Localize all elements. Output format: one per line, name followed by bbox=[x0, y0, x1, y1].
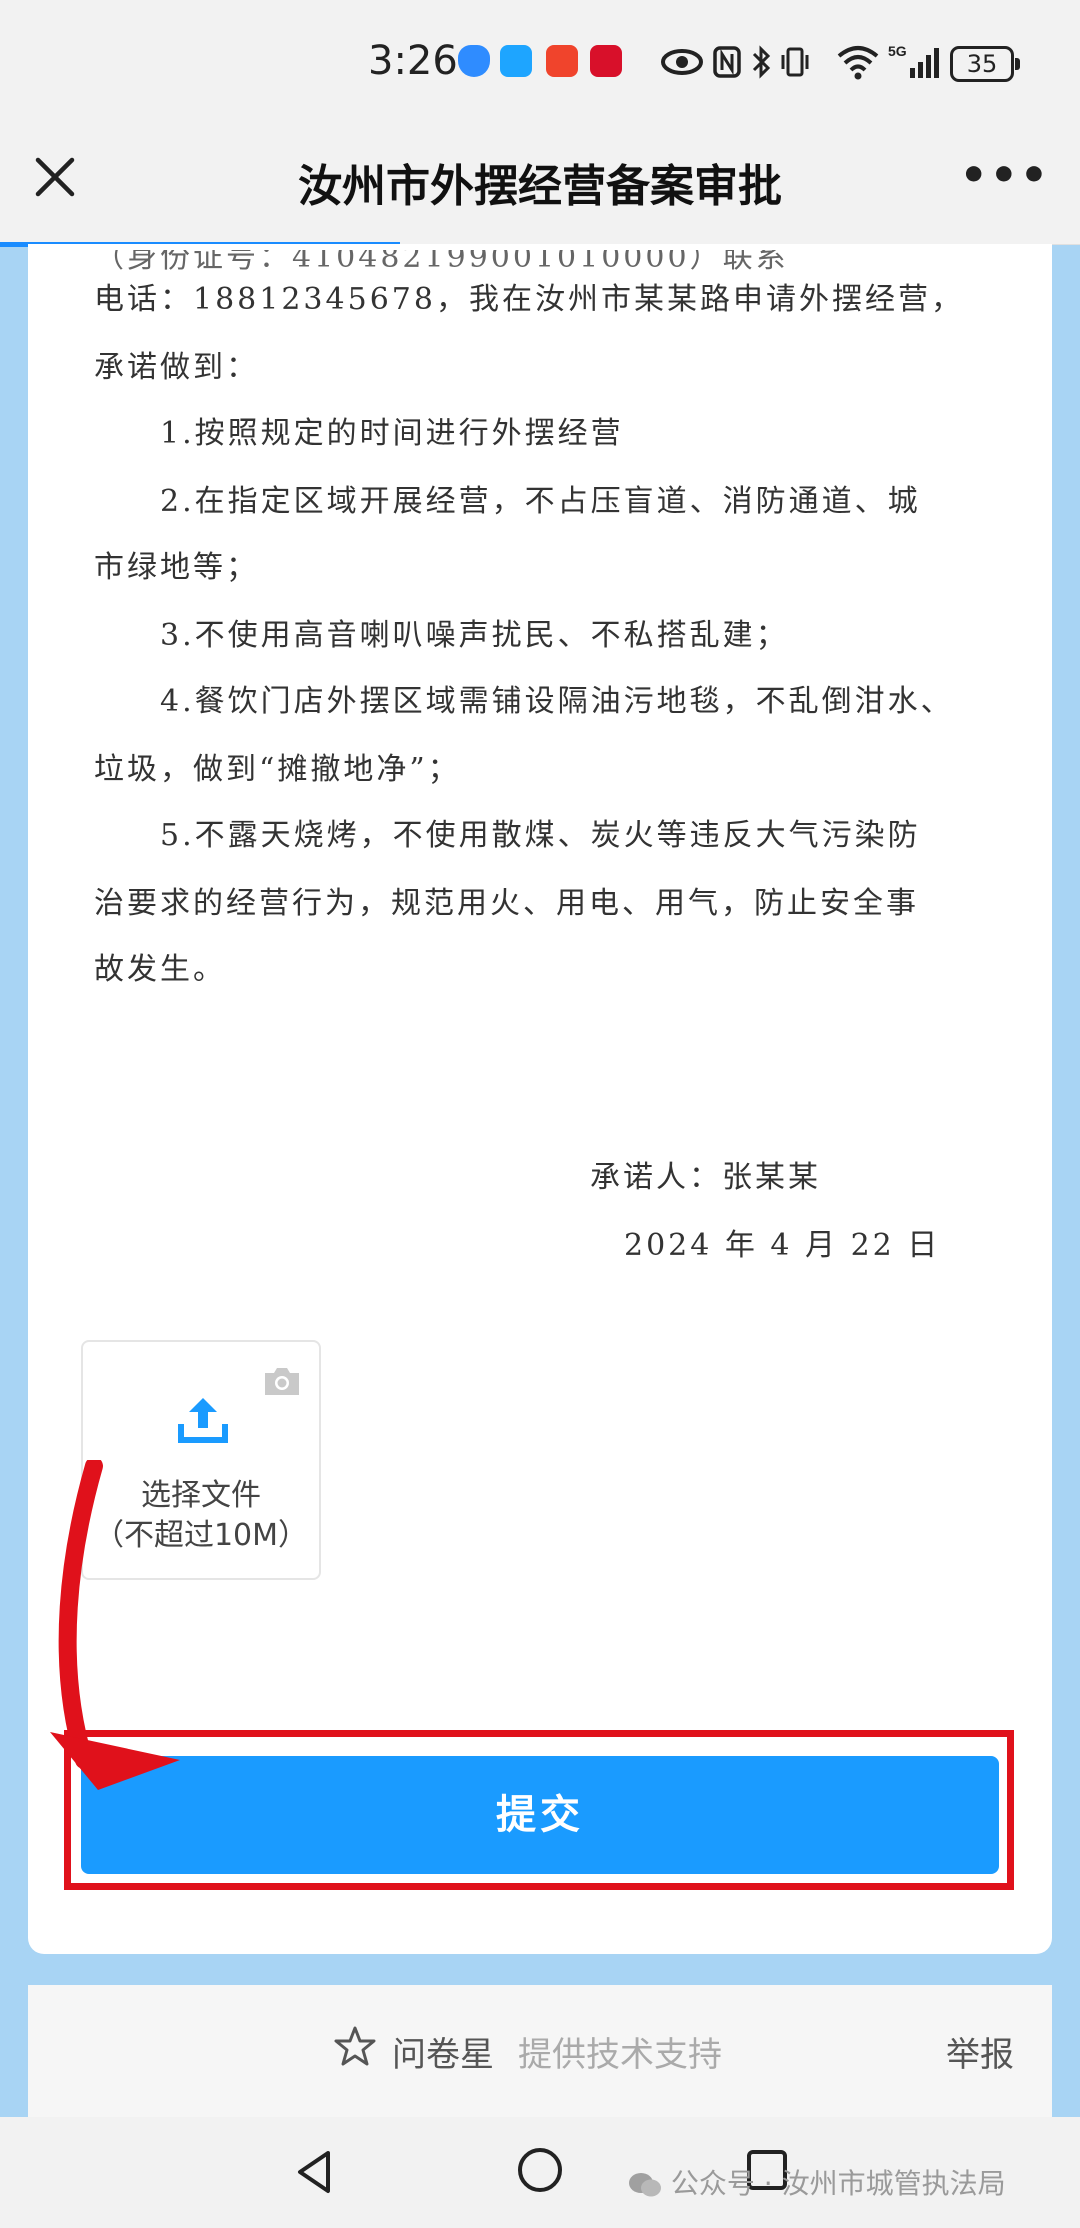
footer-support-text: 提供技术支持 bbox=[518, 2035, 722, 2075]
battery-indicator: 35 bbox=[950, 46, 1020, 82]
status-time: 3:26 bbox=[368, 38, 458, 84]
document-line: 承诺做到： bbox=[94, 350, 259, 385]
status-bar: 3:26 5G 35 bbox=[0, 0, 1080, 120]
document-line: 市绿地等； bbox=[94, 550, 259, 585]
red-annotation-arrow bbox=[50, 1460, 180, 1790]
signal-icon: 5G bbox=[888, 42, 940, 91]
submit-button[interactable]: 提交 bbox=[81, 1756, 999, 1874]
footer-brand[interactable]: 问卷星 bbox=[392, 2027, 494, 2076]
watermark: 公众号 · 汝州市城管执法局 bbox=[628, 2162, 1006, 2202]
document-signer: 承诺人：张某某 bbox=[590, 1160, 821, 1195]
document-date: 2024 年 4 月 22 日 bbox=[624, 1228, 941, 1263]
camera-icon[interactable] bbox=[261, 1364, 303, 1402]
page-footer: 问卷星 提供技术支持 举报 bbox=[28, 1985, 1052, 2117]
top-nav-bar: 汝州市外摆经营备案审批 ••• bbox=[0, 120, 1080, 245]
wechat-icon bbox=[629, 2173, 661, 2197]
upload-icon bbox=[177, 1394, 229, 1450]
more-options-icon[interactable]: ••• bbox=[960, 150, 1050, 201]
page-title: 汝州市外摆经营备案审批 bbox=[298, 161, 782, 212]
wifi-icon bbox=[836, 42, 880, 91]
document-line: 2.在指定区域开展经营，不占压盲道、消防通道、城 bbox=[160, 484, 921, 519]
document-cut-line: （身份证号：410482199001010000）联系 bbox=[94, 244, 789, 275]
document-line: 电话：18812345678，我在汝州市某某路申请外摆经营， bbox=[94, 282, 964, 317]
vibrate-icon bbox=[778, 42, 812, 91]
document-line: 垃圾，做到“摊撤地净”； bbox=[94, 752, 461, 787]
message-app-icon bbox=[500, 45, 532, 77]
document-line: 故发生。 bbox=[94, 952, 226, 987]
back-icon[interactable] bbox=[290, 2147, 340, 2201]
document-line: 1.按照规定的时间进行外摆经营 bbox=[160, 416, 624, 451]
shopping-app-icon bbox=[546, 45, 578, 77]
bluetooth-icon bbox=[750, 42, 772, 91]
home-icon[interactable] bbox=[515, 2145, 565, 2199]
document-line: 治要求的经营行为，规范用火、用电、用气，防止安全事 bbox=[94, 886, 919, 921]
video-app-icon bbox=[590, 45, 622, 77]
document-line: 3.不使用高音喇叭噪声扰民、不私搭乱建； bbox=[160, 618, 789, 653]
nfc-icon bbox=[712, 42, 742, 91]
network-type-label: 5G bbox=[888, 43, 907, 59]
document-line: 5.不露天烧烤，不使用散煤、炭火等违反大气污染防 bbox=[160, 818, 921, 853]
eye-icon bbox=[660, 42, 704, 91]
shield-app-icon bbox=[458, 45, 490, 77]
document-line: 4.餐饮门店外摆区域需铺设隔油污地毯，不乱倒泔水、 bbox=[160, 684, 954, 719]
star-icon bbox=[334, 2025, 376, 2071]
report-link[interactable]: 举报 bbox=[946, 2027, 1014, 2076]
watermark-text: 公众号 · 汝州市城管执法局 bbox=[670, 2167, 1006, 2200]
